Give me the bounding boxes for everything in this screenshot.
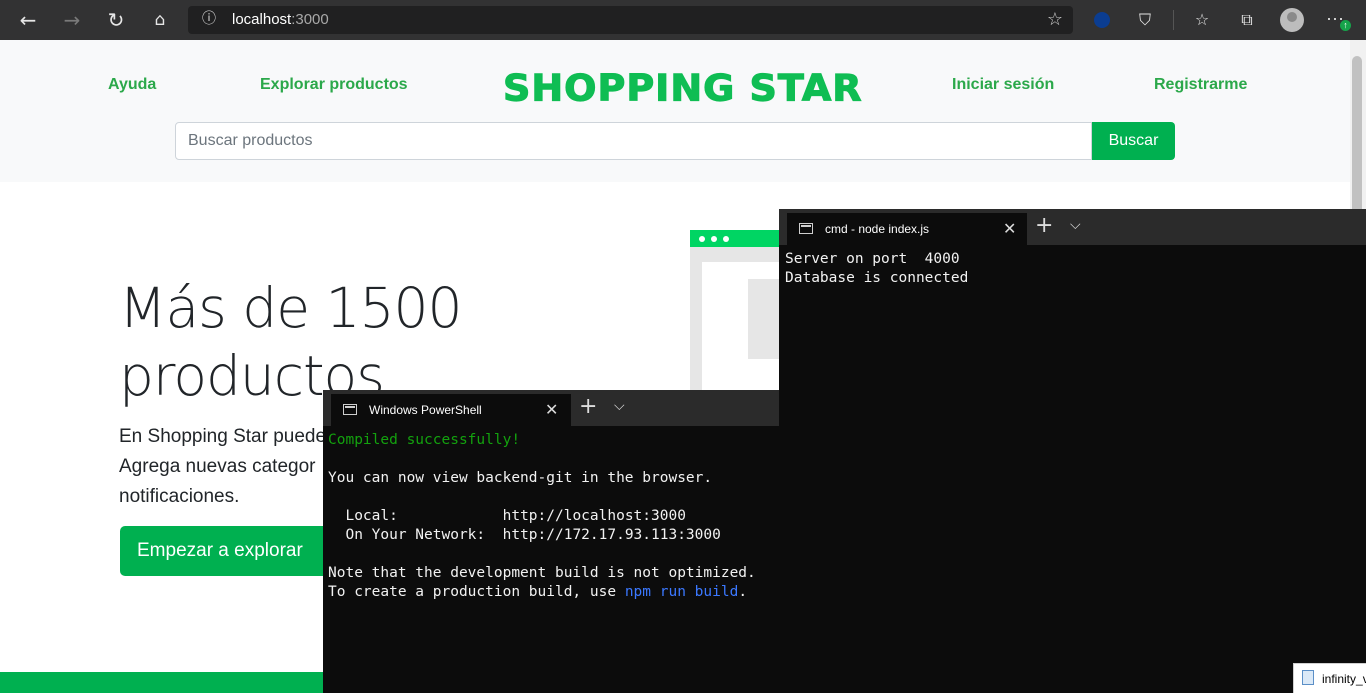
explore-cta-button[interactable]: Empezar a explorar: [120, 526, 330, 576]
forward-icon[interactable]: →: [60, 8, 84, 32]
hero-description: En Shopping Star puede Agrega nuevas cat…: [119, 422, 329, 512]
site-header: Ayuda Explorar productos SHOPPING STAR I…: [0, 40, 1350, 182]
close-icon[interactable]: ✕: [545, 400, 558, 419]
illustration-dot: [699, 236, 705, 242]
cmd-output[interactable]: Server on port 4000 Database is connected: [785, 250, 968, 288]
terminal-icon: [343, 404, 357, 415]
illustration-dot: [723, 236, 729, 242]
local-line: Local: http://localhost:3000: [328, 507, 756, 526]
cmd-tab[interactable]: cmd - node index.js ✕: [787, 213, 1027, 245]
chevron-down-icon[interactable]: ⌵: [1070, 217, 1081, 233]
terminal-icon: [799, 223, 813, 234]
taskbar-item[interactable]: infinity_v: [1293, 663, 1366, 693]
server-line: Server on port 4000: [785, 251, 960, 267]
powershell-tabbar: Windows PowerShell ✕ + ⌵: [323, 390, 780, 426]
nasa-extension-icon[interactable]: [1094, 12, 1110, 28]
update-badge-icon: ↑: [1340, 20, 1351, 31]
compiled-line: Compiled successfully!: [328, 432, 521, 448]
cmd-window[interactable]: cmd - node index.js ✕ + ⌵ Server on port…: [779, 209, 1366, 693]
local-url: http://localhost:3000: [502, 508, 686, 524]
powershell-output[interactable]: Compiled successfully!​You can now view …: [328, 431, 756, 602]
home-icon[interactable]: ⌂: [148, 8, 172, 32]
reload-icon[interactable]: ↻: [104, 8, 128, 32]
network-label: On Your Network:: [328, 527, 503, 543]
hero-title-line: Más de 1500: [119, 276, 463, 340]
powershell-tab[interactable]: Windows PowerShell ✕: [331, 394, 571, 426]
pocket-icon[interactable]: ⛉: [1134, 9, 1156, 31]
url-port: :3000: [291, 11, 329, 28]
cmd-tab-title: cmd - node index.js: [825, 222, 930, 236]
collections-icon[interactable]: ⧉: [1236, 9, 1258, 31]
new-tab-icon[interactable]: +: [579, 394, 597, 419]
local-label: Local:: [328, 508, 503, 524]
new-tab-icon[interactable]: +: [1035, 213, 1053, 238]
chevron-down-icon[interactable]: ⌵: [614, 398, 625, 414]
url-text[interactable]: localhost:3000: [232, 11, 329, 28]
network-url: http://172.17.93.113:3000: [502, 527, 721, 543]
favorites-icon[interactable]: ☆: [1191, 9, 1213, 31]
hero-text-line: notificaciones.: [119, 486, 240, 507]
illustration-block: [748, 279, 782, 359]
nav-login-link[interactable]: Iniciar sesión: [952, 76, 1054, 94]
illustration-dot: [711, 236, 717, 242]
star-icon[interactable]: ☆: [1047, 9, 1063, 30]
prod-prefix: To create a production build, use: [328, 584, 625, 600]
network-line: On Your Network: http://172.17.93.113:30…: [328, 526, 756, 545]
cmd-tabbar: cmd - node index.js ✕ + ⌵: [779, 209, 1366, 245]
address-bar[interactable]: ⓘ localhost:3000 ☆: [188, 6, 1073, 34]
note-line: Note that the development build is not o…: [328, 565, 756, 581]
database-line: Database is connected: [785, 270, 969, 286]
hero-text-line: En Shopping Star puede: [119, 426, 327, 447]
prod-command: npm run build: [624, 584, 739, 600]
view-line: You can now view backend-git in the brow…: [328, 470, 713, 486]
url-host: localhost: [232, 11, 292, 28]
nav-register-link[interactable]: Registrarme: [1154, 76, 1247, 94]
nav-help-link[interactable]: Ayuda: [108, 76, 156, 94]
info-icon[interactable]: ⓘ: [200, 10, 218, 28]
search-input[interactable]: [175, 122, 1092, 160]
toolbar-divider: [1173, 10, 1174, 30]
site-logo[interactable]: SHOPPING STAR: [502, 67, 863, 110]
back-icon[interactable]: ←: [16, 8, 40, 32]
powershell-window[interactable]: Windows PowerShell ✕ + ⌵ Compiled succes…: [323, 390, 780, 693]
taskbar-item-label: infinity_v: [1322, 672, 1366, 686]
prod-suffix: .: [738, 584, 748, 600]
browser-toolbar: ← → ↻ ⌂ ⓘ localhost:3000 ☆ ⛉ ☆ ⧉ ··· ↑: [0, 0, 1366, 40]
search-button[interactable]: Buscar: [1092, 122, 1175, 160]
footer-band: [0, 672, 330, 693]
powershell-tab-title: Windows PowerShell: [369, 403, 482, 417]
hero-text-line: Agrega nuevas categor: [119, 456, 316, 477]
file-icon: [1302, 670, 1314, 685]
close-icon[interactable]: ✕: [1003, 219, 1016, 238]
nav-explore-link[interactable]: Explorar productos: [260, 76, 408, 94]
profile-avatar[interactable]: [1280, 8, 1304, 32]
prod-line: To create a production build, use npm ru…: [328, 583, 756, 602]
